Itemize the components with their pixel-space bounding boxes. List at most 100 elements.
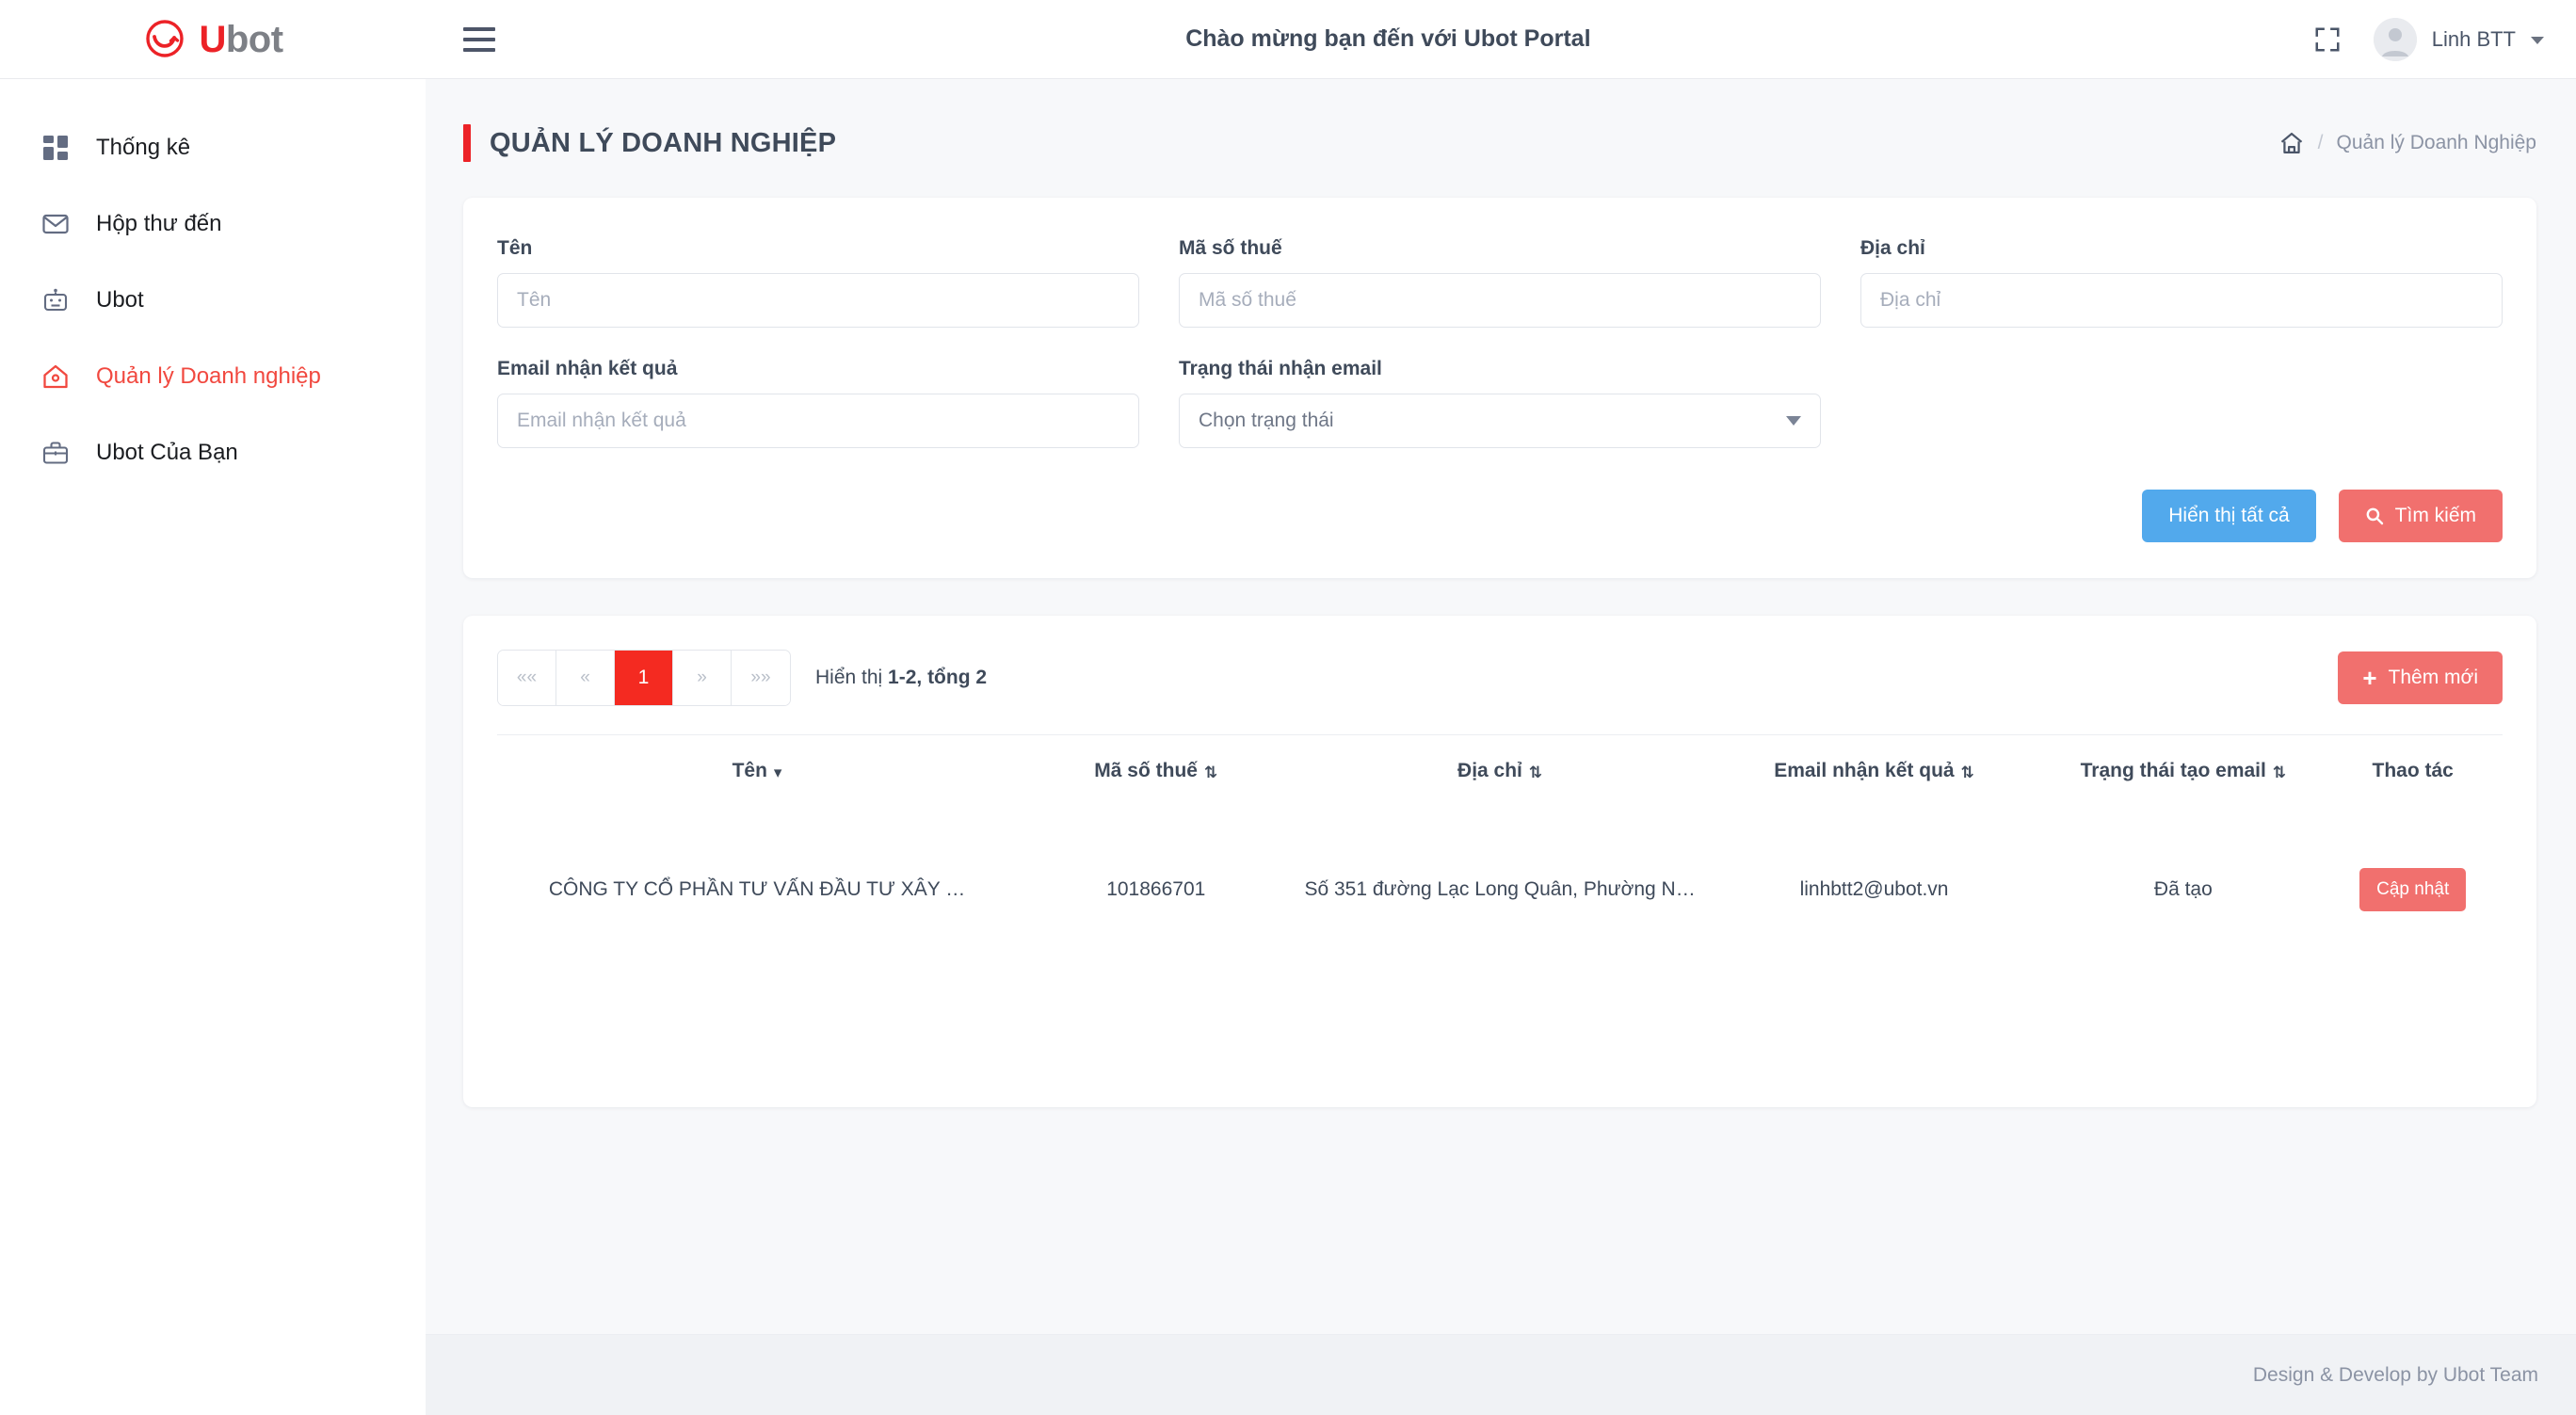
- search-panel: Tên Mã số thuế Địa chỉ Email nhận kết qu…: [463, 198, 2536, 578]
- search-input-ten[interactable]: [497, 273, 1139, 328]
- sidebar-item-label: Ubot: [96, 286, 144, 313]
- cell-dia-chi: Số 351 đường Lạc Long Quân, Phường N…: [1304, 878, 1696, 900]
- table-header-row: Tên ▾ Mã số thuế ⇅ Địa chỉ ⇅ Email nhận kết…: [497, 734, 2503, 805]
- table-body: CÔNG TY CỔ PHẦN TƯ VẤN ĐẦU TƯ XÂY … 1018…: [497, 805, 2503, 974]
- pagination-last-button[interactable]: »»: [732, 651, 790, 705]
- cell-trang-thai: Đã tạo: [2153, 878, 2213, 900]
- breadcrumb-current: Quản lý Doanh Nghiệp: [2336, 132, 2536, 153]
- field-ten: Tên: [497, 237, 1139, 328]
- briefcase-icon: [40, 437, 72, 469]
- pagination-next-button[interactable]: »: [673, 651, 732, 705]
- search-button[interactable]: Tìm kiếm: [2338, 490, 2503, 542]
- footer: Design & Develop by Ubot Team: [426, 1334, 2576, 1415]
- field-label-trang-thai: Trạng thái nhận email: [1179, 358, 1382, 379]
- table-panel: «« « 1 » »» Hiển thị 1-2, tổng 2 + Thêm …: [463, 616, 2536, 1107]
- select-value: Chọn trạng thái: [1199, 410, 1334, 431]
- pagination-page-1[interactable]: 1: [615, 651, 673, 705]
- field-dia-chi: Địa chỉ: [1860, 237, 2503, 328]
- column-label: Tên: [732, 760, 767, 781]
- sidebar-item-thong-ke[interactable]: Thống kê: [0, 109, 426, 185]
- sort-both-icon: ⇅: [1960, 764, 1974, 781]
- column-label: Thao tác: [2372, 760, 2454, 781]
- welcome-title: Chào mừng bạn đến với Ubot Portal: [1185, 25, 1591, 52]
- pagination-info: Hiển thị 1-2, tổng 2: [815, 667, 987, 689]
- menu-toggle-button[interactable]: [463, 21, 501, 58]
- breadcrumb: / Quản lý Doanh Nghiệp: [2278, 130, 2536, 156]
- field-label-ma-so-thue: Mã số thuế: [1179, 237, 1282, 259]
- user-name-label: Linh BTT: [2431, 26, 2516, 51]
- add-new-button[interactable]: + Thêm mới: [2338, 651, 2503, 704]
- column-header-trang-thai[interactable]: Trạng thái tạo email ⇅: [2043, 734, 2324, 805]
- search-actions: Hiển thị tất cả Tìm kiếm: [497, 490, 2503, 542]
- column-header-ma-so-thue[interactable]: Mã số thuế ⇅: [1017, 734, 1296, 805]
- footer-credit: Design & Develop by Ubot Team: [2252, 1363, 2538, 1386]
- main-content: QUẢN LÝ DOANH NGHIỆP / Quản lý Doanh Ngh…: [426, 79, 2576, 1415]
- breadcrumb-separator: /: [2317, 132, 2324, 153]
- pagination-info-range: 1-2, tổng 2: [888, 667, 988, 688]
- page-header: QUẢN LÝ DOANH NGHIỆP / Quản lý Doanh Ngh…: [426, 79, 2576, 166]
- sort-both-icon: ⇅: [1528, 764, 1543, 781]
- ubot-smile-logo-icon: [142, 17, 187, 62]
- plus-icon: +: [2362, 664, 2377, 692]
- enterprise-table: Tên ▾ Mã số thuế ⇅ Địa chỉ ⇅ Email nhận kết…: [497, 734, 2503, 974]
- field-label-dia-chi: Địa chỉ: [1860, 237, 1925, 259]
- sidebar-item-hop-thu-den[interactable]: Hộp thư đến: [0, 185, 426, 262]
- avatar: [2373, 17, 2417, 61]
- sidebar-item-ubot[interactable]: Ubot: [0, 262, 426, 338]
- pagination-group: «« « 1 » »» Hiển thị 1-2, tổng 2: [497, 650, 987, 706]
- pagination-prev-button[interactable]: «: [556, 651, 615, 705]
- column-header-dia-chi[interactable]: Địa chỉ ⇅: [1295, 734, 1705, 805]
- search-input-ma-so-thue[interactable]: [1179, 273, 1821, 328]
- envelope-icon: [40, 208, 72, 240]
- search-input-dia-chi[interactable]: [1860, 273, 2503, 328]
- column-label: Địa chỉ: [1457, 760, 1522, 781]
- pagination-first-button[interactable]: ««: [498, 651, 556, 705]
- show-all-label: Hiển thị tất cả: [2168, 505, 2290, 526]
- hamburger-bar: [463, 47, 495, 52]
- sort-both-icon: ⇅: [1203, 764, 1218, 781]
- fullscreen-icon[interactable]: [2313, 25, 2342, 54]
- pagination-info-prefix: Hiển thị: [815, 667, 889, 688]
- column-header-ten[interactable]: Tên ▾: [497, 734, 1018, 805]
- sidebar-item-quan-ly-doanh-nghiep[interactable]: Quản lý Doanh nghiệp: [0, 338, 426, 414]
- column-label: Mã số thuế: [1094, 760, 1198, 781]
- home-icon[interactable]: [2278, 130, 2305, 156]
- sidebar-item-ubot-cua-ban[interactable]: Ubot Của Bạn: [0, 414, 426, 490]
- chevron-down-icon: [2531, 37, 2544, 44]
- search-form: Tên Mã số thuế Địa chỉ Email nhận kết qu…: [497, 237, 2503, 448]
- cell-email: linhbtt2@ubot.vn: [1799, 878, 1949, 900]
- home-outline-icon: [40, 361, 72, 393]
- sidebar-item-label: Hộp thư đến: [96, 210, 222, 236]
- sidebar-item-label: Thống kê: [96, 134, 191, 160]
- table-header: Tên ▾ Mã số thuế ⇅ Địa chỉ ⇅ Email nhận kết…: [497, 734, 2503, 805]
- sort-desc-icon: ▾: [773, 764, 782, 781]
- hamburger-bar: [463, 26, 495, 31]
- brand-logo[interactable]: Ubot: [0, 0, 426, 79]
- top-bar: Ubot Chào mừng bạn đến với Ubot Portal L…: [0, 0, 2576, 79]
- robot-icon: [40, 284, 72, 316]
- show-all-button[interactable]: Hiển thị tất cả: [2142, 490, 2316, 542]
- top-bar-actions: Linh BTT: [2313, 17, 2576, 61]
- update-button[interactable]: Cập nhật: [2359, 868, 2467, 911]
- sidebar-item-label: Ubot Của Bạn: [96, 439, 238, 465]
- sort-both-icon: ⇅: [2272, 764, 2287, 781]
- column-label: Trạng thái tạo email: [2080, 760, 2266, 781]
- page-title-group: QUẢN LÝ DOANH NGHIỆP: [463, 124, 836, 162]
- field-ma-so-thue: Mã số thuế: [1179, 237, 1821, 328]
- cell-thao-tac: Cập nhật: [2323, 805, 2503, 974]
- user-menu[interactable]: Linh BTT: [2373, 17, 2544, 61]
- cell-ma-so-thue: 101866701: [1106, 878, 1206, 900]
- column-label: Email nhận kết quả: [1774, 760, 1955, 781]
- select-trang-thai[interactable]: Chọn trạng thái: [1179, 394, 1821, 448]
- table-row[interactable]: CÔNG TY CỔ PHẦN TƯ VẤN ĐẦU TƯ XÂY … 1018…: [497, 805, 2503, 974]
- column-header-email[interactable]: Email nhận kết quả ⇅: [1704, 734, 2044, 805]
- field-label-ten: Tên: [497, 237, 533, 259]
- pagination: «« « 1 » »»: [497, 650, 791, 706]
- search-button-label: Tìm kiếm: [2394, 505, 2476, 526]
- search-input-email[interactable]: [497, 394, 1139, 448]
- hamburger-bar: [463, 37, 495, 41]
- field-email-nhan-ket-qua: Email nhận kết quả: [497, 358, 1139, 448]
- form-grid-spacer: [1860, 358, 2503, 448]
- sidebar-item-label: Quản lý Doanh nghiệp: [96, 362, 321, 389]
- field-trang-thai-nhan-email: Trạng thái nhận email Chọn trạng thái: [1179, 358, 1821, 448]
